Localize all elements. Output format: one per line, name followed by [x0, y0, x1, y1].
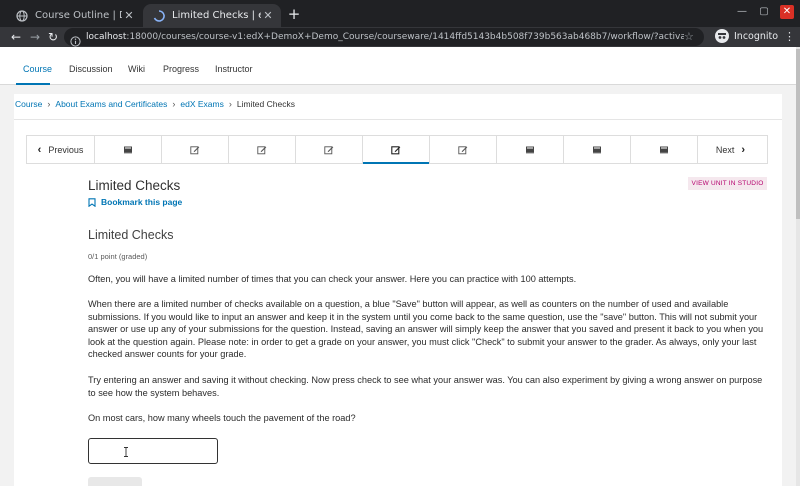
page-viewport: Course Discussion Wiki Progress Instruct…	[0, 47, 796, 486]
loading-spinner-icon	[153, 9, 165, 22]
sequence-unit-5-current[interactable]	[363, 136, 430, 164]
page-scrollbar[interactable]	[796, 47, 800, 486]
book-icon	[659, 145, 669, 155]
close-icon[interactable]: ✕	[122, 9, 136, 23]
sequence-navigation: ‹ Previous Next ›	[26, 135, 768, 164]
edit-icon	[190, 145, 200, 155]
next-label: Next	[715, 144, 735, 155]
window-close-icon[interactable]: ✕	[780, 5, 794, 19]
edit-icon	[391, 145, 401, 155]
problem-paragraph-instructions: Try entering an answer and saving it wit…	[88, 375, 763, 398]
url-text: localhost:18000/courses/course-v1:edX+De…	[86, 32, 684, 42]
breadcrumb-link-section[interactable]: About Exams and Certificates	[55, 99, 167, 109]
divider	[14, 119, 782, 120]
sequence-unit-3[interactable]	[229, 136, 296, 163]
close-icon[interactable]: ✕	[261, 9, 275, 23]
info-icon[interactable]	[70, 32, 81, 47]
problem-question: On most cars, how many wheels touch the …	[88, 413, 356, 423]
sequence-unit-2[interactable]	[162, 136, 229, 163]
previous-button[interactable]: ‹ Previous	[27, 136, 95, 163]
incognito-label: Incognito	[734, 30, 779, 42]
browser-toolbar: ← → ↻ localhost:18000/courses/course-v1:…	[0, 27, 800, 47]
previous-label: Previous	[48, 144, 84, 155]
sequence-unit-6[interactable]	[430, 136, 497, 163]
star-icon[interactable]: ☆	[684, 31, 696, 43]
bookmark-button[interactable]: Bookmark this page	[88, 197, 182, 207]
breadcrumb-link-course[interactable]: Course	[15, 99, 42, 109]
chevron-right-icon: ›	[172, 99, 176, 109]
chevron-right-icon: ›	[228, 99, 232, 109]
url-path: :18000/courses/course-v1:edX+DemoX+Demo_…	[126, 32, 684, 42]
chevron-right-icon: ›	[47, 99, 51, 109]
minimize-icon[interactable]: —	[732, 4, 752, 20]
browser-tab-bar: Course Outline | Demons ✕ Limited Checks…	[0, 0, 800, 27]
incognito-indicator[interactable]: Incognito	[715, 29, 778, 43]
back-arrow-icon[interactable]: ←	[8, 29, 24, 45]
course-tabs-nav: Course Discussion Wiki Progress Instruct…	[0, 47, 796, 85]
answer-input[interactable]	[88, 438, 218, 464]
tab-progress[interactable]: Progress	[163, 47, 199, 85]
maximize-icon[interactable]: ▢	[754, 4, 774, 20]
problem-title: Limited Checks	[88, 228, 174, 242]
reload-icon[interactable]: ↻	[45, 29, 61, 45]
next-button[interactable]: Next ›	[698, 136, 763, 163]
globe-icon	[16, 9, 28, 22]
breadcrumb-link-subsection[interactable]: edX Exams	[180, 99, 223, 109]
new-tab-button[interactable]: +	[286, 6, 302, 22]
problem-paragraph-intro: Often, you will have a limited number of…	[88, 274, 577, 284]
forward-arrow-icon[interactable]: →	[27, 29, 43, 45]
browser-tab-limited-checks[interactable]: Limited Checks | edX Exam ✕	[143, 4, 281, 27]
view-unit-in-studio-button[interactable]: VIEW UNIT IN STUDIO	[688, 177, 767, 190]
edit-icon	[324, 145, 334, 155]
tab-course[interactable]: Course	[16, 47, 52, 85]
bookmark-label: Bookmark this page	[101, 197, 183, 207]
kebab-menu-icon[interactable]: ⋮	[784, 29, 795, 45]
browser-tab-title: Limited Checks | edX Exam	[172, 10, 261, 21]
breadcrumb: Course › About Exams and Certificates › …	[15, 99, 295, 109]
scrollbar-thumb[interactable]	[796, 49, 800, 219]
bookmark-icon	[88, 197, 96, 207]
incognito-icon	[715, 29, 729, 43]
book-icon	[592, 145, 602, 155]
sequence-unit-7[interactable]	[497, 136, 564, 163]
sequence-unit-1[interactable]	[95, 136, 162, 163]
submit-button[interactable]	[88, 477, 142, 486]
browser-tab-title: Course Outline | Demons	[35, 10, 122, 21]
tab-wiki[interactable]: Wiki	[128, 47, 145, 85]
book-icon	[123, 145, 133, 155]
address-bar[interactable]: localhost:18000/courses/course-v1:edX+De…	[64, 28, 704, 47]
edit-icon	[257, 145, 267, 155]
breadcrumb-current: Limited Checks	[236, 99, 295, 109]
edit-icon	[458, 145, 468, 155]
chevron-right-icon: ›	[741, 143, 746, 156]
tab-instructor[interactable]: Instructor	[215, 47, 253, 85]
text-cursor-icon	[124, 447, 128, 457]
sequence-unit-8[interactable]	[564, 136, 631, 163]
problem-paragraph-save-explanation: When there are a limited number of check…	[88, 299, 764, 359]
sequence-unit-4[interactable]	[296, 136, 363, 163]
unit-title: Limited Checks	[88, 178, 181, 193]
url-host: localhost	[86, 32, 127, 42]
tab-discussion[interactable]: Discussion	[69, 47, 113, 85]
book-icon	[525, 145, 535, 155]
chevron-left-icon: ‹	[37, 143, 42, 156]
browser-tab-course-outline[interactable]: Course Outline | Demons ✕	[6, 4, 142, 27]
sequence-unit-9[interactable]	[631, 136, 698, 163]
problem-points: 0/1 point (graded)	[88, 252, 148, 261]
